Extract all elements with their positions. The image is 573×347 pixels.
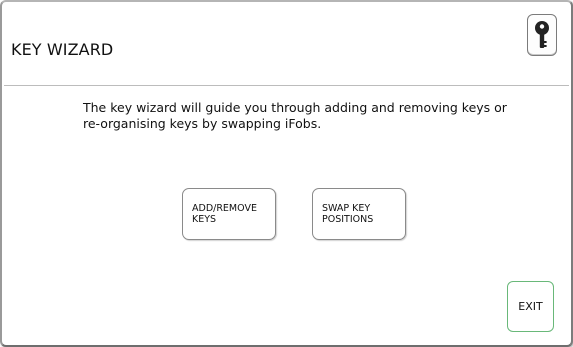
key-icon bbox=[535, 21, 549, 48]
page-title: KEY WIZARD bbox=[11, 40, 114, 59]
key-button[interactable] bbox=[527, 14, 557, 56]
add-remove-keys-label: ADD/REMOVE KEYS bbox=[192, 203, 257, 225]
intro-text: The key wizard will guide you through ad… bbox=[83, 100, 507, 131]
exit-label: EXIT bbox=[518, 300, 543, 313]
swap-key-positions-button[interactable]: SWAP KEY POSITIONS bbox=[312, 188, 406, 240]
add-remove-keys-button[interactable]: ADD/REMOVE KEYS bbox=[182, 188, 276, 240]
exit-button[interactable]: EXIT bbox=[507, 281, 554, 332]
header-divider bbox=[4, 85, 569, 86]
swap-key-positions-label: SWAP KEY POSITIONS bbox=[322, 203, 374, 225]
key-wizard-screen: KEY WIZARD The key wizard will guide you… bbox=[0, 0, 573, 347]
